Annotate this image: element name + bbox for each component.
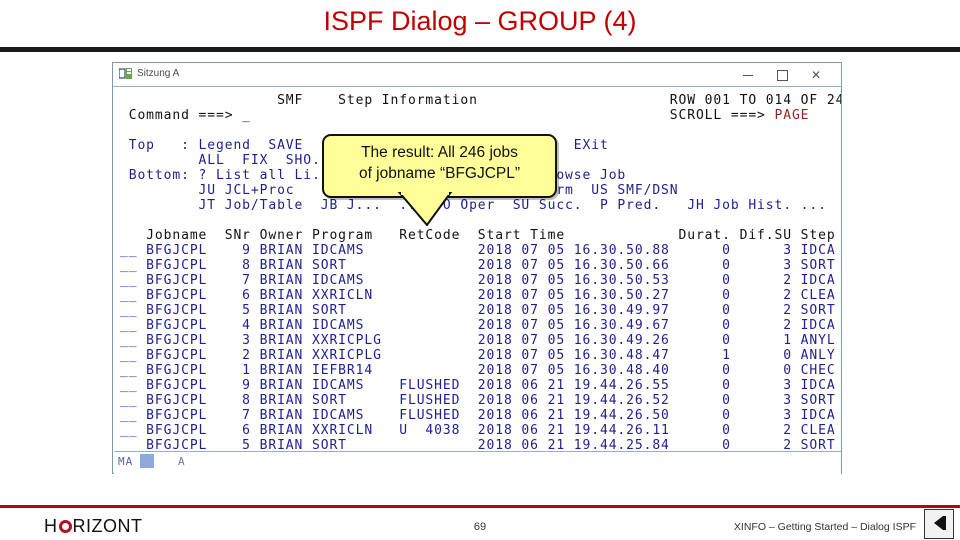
table-row[interactable]: __ BFGJCPL 9 BRIAN IDCAMS 2018 07 05 16.… — [120, 243, 836, 258]
table-row[interactable]: __ BFGJCPL 2 BRIAN XXRICPLG 2018 07 05 1… — [120, 348, 836, 363]
terminal-title-text: Sitzung A — [137, 68, 180, 79]
terminal-titlebar[interactable]: Sitzung A ✕ — [113, 63, 841, 87]
session-icon — [119, 68, 132, 79]
status-cursor-block — [140, 454, 154, 468]
minimize-icon — [743, 75, 753, 77]
table-row[interactable]: __ BFGJCPL 4 BRIAN IDCAMS 2018 07 05 16.… — [120, 318, 836, 333]
table-row[interactable]: __ BFGJCPL 7 BRIAN IDCAMS FLUSHED 2018 0… — [120, 408, 836, 423]
callout-text: The result: All 246 jobs of jobname “BFG… — [324, 142, 555, 184]
table-header-row: Jobname SNr Owner Program RetCode Start … — [120, 228, 836, 243]
terminal-window: Sitzung A ✕ SMF Step Information ROW 001… — [112, 62, 842, 474]
minimize-button[interactable] — [737, 67, 759, 83]
screen-title-line: SMF Step Information ROW 001 TO 014 OF 2… — [120, 93, 841, 108]
previous-bar-icon — [943, 516, 946, 530]
table-row[interactable]: __ BFGJCPL 5 BRIAN SORT 2018 07 05 16.30… — [120, 303, 836, 318]
menu-line-5: JT Job/Table JB J... ... O Oper SU Succ.… — [120, 198, 827, 213]
callout-line-1: The result: All 246 jobs — [361, 144, 518, 161]
table-row[interactable]: __ BFGJCPL 8 BRIAN SORT 2018 07 05 16.30… — [120, 258, 836, 273]
status-ma-indicator: MA — [118, 455, 134, 468]
status-a-indicator: A — [178, 455, 185, 468]
callout-bubble: The result: All 246 jobs of jobname “BFG… — [322, 134, 557, 198]
command-line: Command ===> _ SCROLL ===> PAGE — [120, 108, 810, 123]
previous-arrow-icon — [934, 516, 943, 530]
table-row[interactable]: __ BFGJCPL 6 BRIAN XXRICLN 2018 07 05 16… — [120, 288, 836, 303]
page-title: ISPF Dialog – GROUP (4) — [323, 6, 637, 36]
callout-tail — [397, 192, 453, 226]
table-row[interactable]: __ BFGJCPL 6 BRIAN XXRICLN U 4038 2018 0… — [120, 423, 836, 438]
table-row[interactable]: __ BFGJCPL 7 BRIAN IDCAMS 2018 07 05 16.… — [120, 273, 836, 288]
footer-divider — [0, 505, 960, 508]
previous-slide-button[interactable] — [924, 509, 954, 539]
maximize-icon — [776, 70, 788, 82]
table-row[interactable]: __ BFGJCPL 9 BRIAN IDCAMS FLUSHED 2018 0… — [120, 378, 836, 393]
table-row[interactable]: __ BFGJCPL 5 BRIAN SORT 2018 06 21 19.44… — [120, 438, 836, 449]
table-row[interactable]: __ BFGJCPL 8 BRIAN SORT FLUSHED 2018 06 … — [120, 393, 836, 408]
scroll-value: PAGE — [774, 108, 810, 123]
terminal-statusbar: MA A — [114, 451, 841, 474]
callout-line-2: of jobname “BFGJCPL” — [358, 165, 521, 182]
footer-note: XINFO – Getting Started – Dialog ISPF — [733, 521, 916, 533]
maximize-button[interactable] — [771, 67, 793, 83]
title-divider — [0, 47, 960, 52]
table-row[interactable]: __ BFGJCPL 1 BRIAN IEFBR14 2018 07 05 16… — [120, 363, 836, 378]
close-button[interactable]: ✕ — [805, 67, 827, 83]
table-row[interactable]: __ BFGJCPL 3 BRIAN XXRICPLG 2018 07 05 1… — [120, 333, 836, 348]
